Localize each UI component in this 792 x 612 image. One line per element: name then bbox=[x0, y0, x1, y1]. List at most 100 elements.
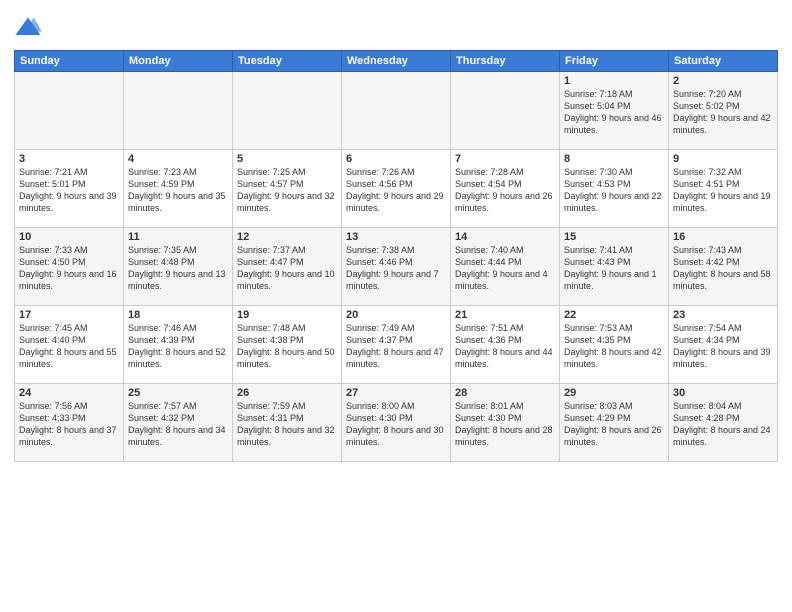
day-number: 12 bbox=[237, 231, 337, 243]
day-info: Sunrise: 7:56 AM Sunset: 4:33 PM Dayligh… bbox=[19, 400, 119, 449]
day-number: 30 bbox=[673, 387, 773, 399]
calendar-cell: 4Sunrise: 7:23 AM Sunset: 4:59 PM Daylig… bbox=[124, 150, 233, 228]
weekday-header-saturday: Saturday bbox=[669, 51, 778, 72]
day-info: Sunrise: 7:46 AM Sunset: 4:39 PM Dayligh… bbox=[128, 322, 228, 371]
logo-icon bbox=[14, 14, 42, 42]
week-row-4: 24Sunrise: 7:56 AM Sunset: 4:33 PM Dayli… bbox=[15, 384, 778, 462]
weekday-header-monday: Monday bbox=[124, 51, 233, 72]
day-info: Sunrise: 7:59 AM Sunset: 4:31 PM Dayligh… bbox=[237, 400, 337, 449]
calendar-cell: 9Sunrise: 7:32 AM Sunset: 4:51 PM Daylig… bbox=[669, 150, 778, 228]
day-number: 29 bbox=[564, 387, 664, 399]
day-number: 28 bbox=[455, 387, 555, 399]
weekday-header-tuesday: Tuesday bbox=[233, 51, 342, 72]
day-info: Sunrise: 7:45 AM Sunset: 4:40 PM Dayligh… bbox=[19, 322, 119, 371]
day-info: Sunrise: 7:43 AM Sunset: 4:42 PM Dayligh… bbox=[673, 244, 773, 293]
week-row-3: 17Sunrise: 7:45 AM Sunset: 4:40 PM Dayli… bbox=[15, 306, 778, 384]
day-info: Sunrise: 8:00 AM Sunset: 4:30 PM Dayligh… bbox=[346, 400, 446, 449]
logo bbox=[14, 14, 44, 42]
day-number: 9 bbox=[673, 153, 773, 165]
day-info: Sunrise: 7:20 AM Sunset: 5:02 PM Dayligh… bbox=[673, 88, 773, 137]
day-info: Sunrise: 7:38 AM Sunset: 4:46 PM Dayligh… bbox=[346, 244, 446, 293]
day-number: 14 bbox=[455, 231, 555, 243]
header bbox=[14, 10, 778, 42]
calendar-cell: 5Sunrise: 7:25 AM Sunset: 4:57 PM Daylig… bbox=[233, 150, 342, 228]
calendar-cell: 18Sunrise: 7:46 AM Sunset: 4:39 PM Dayli… bbox=[124, 306, 233, 384]
day-info: Sunrise: 7:40 AM Sunset: 4:44 PM Dayligh… bbox=[455, 244, 555, 293]
day-info: Sunrise: 7:26 AM Sunset: 4:56 PM Dayligh… bbox=[346, 166, 446, 215]
day-info: Sunrise: 7:57 AM Sunset: 4:32 PM Dayligh… bbox=[128, 400, 228, 449]
weekday-header-sunday: Sunday bbox=[15, 51, 124, 72]
day-number: 8 bbox=[564, 153, 664, 165]
day-info: Sunrise: 7:23 AM Sunset: 4:59 PM Dayligh… bbox=[128, 166, 228, 215]
calendar-cell: 14Sunrise: 7:40 AM Sunset: 4:44 PM Dayli… bbox=[451, 228, 560, 306]
day-number: 27 bbox=[346, 387, 446, 399]
calendar-cell: 16Sunrise: 7:43 AM Sunset: 4:42 PM Dayli… bbox=[669, 228, 778, 306]
calendar: SundayMondayTuesdayWednesdayThursdayFrid… bbox=[14, 50, 778, 462]
calendar-cell: 12Sunrise: 7:37 AM Sunset: 4:47 PM Dayli… bbox=[233, 228, 342, 306]
day-info: Sunrise: 7:25 AM Sunset: 4:57 PM Dayligh… bbox=[237, 166, 337, 215]
day-number: 25 bbox=[128, 387, 228, 399]
weekday-header-friday: Friday bbox=[560, 51, 669, 72]
calendar-cell: 23Sunrise: 7:54 AM Sunset: 4:34 PM Dayli… bbox=[669, 306, 778, 384]
day-number: 17 bbox=[19, 309, 119, 321]
day-number: 22 bbox=[564, 309, 664, 321]
day-info: Sunrise: 7:54 AM Sunset: 4:34 PM Dayligh… bbox=[673, 322, 773, 371]
day-number: 6 bbox=[346, 153, 446, 165]
calendar-cell: 6Sunrise: 7:26 AM Sunset: 4:56 PM Daylig… bbox=[342, 150, 451, 228]
day-number: 16 bbox=[673, 231, 773, 243]
calendar-cell: 26Sunrise: 7:59 AM Sunset: 4:31 PM Dayli… bbox=[233, 384, 342, 462]
day-number: 7 bbox=[455, 153, 555, 165]
day-number: 20 bbox=[346, 309, 446, 321]
page-container: SundayMondayTuesdayWednesdayThursdayFrid… bbox=[0, 0, 792, 612]
calendar-cell: 3Sunrise: 7:21 AM Sunset: 5:01 PM Daylig… bbox=[15, 150, 124, 228]
day-number: 3 bbox=[19, 153, 119, 165]
calendar-cell bbox=[342, 72, 451, 150]
calendar-cell: 21Sunrise: 7:51 AM Sunset: 4:36 PM Dayli… bbox=[451, 306, 560, 384]
day-info: Sunrise: 7:21 AM Sunset: 5:01 PM Dayligh… bbox=[19, 166, 119, 215]
day-number: 23 bbox=[673, 309, 773, 321]
calendar-cell bbox=[15, 72, 124, 150]
day-info: Sunrise: 7:41 AM Sunset: 4:43 PM Dayligh… bbox=[564, 244, 664, 293]
calendar-cell: 11Sunrise: 7:35 AM Sunset: 4:48 PM Dayli… bbox=[124, 228, 233, 306]
day-info: Sunrise: 8:01 AM Sunset: 4:30 PM Dayligh… bbox=[455, 400, 555, 449]
day-number: 2 bbox=[673, 75, 773, 87]
calendar-cell: 29Sunrise: 8:03 AM Sunset: 4:29 PM Dayli… bbox=[560, 384, 669, 462]
weekday-header-wednesday: Wednesday bbox=[342, 51, 451, 72]
calendar-cell: 10Sunrise: 7:33 AM Sunset: 4:50 PM Dayli… bbox=[15, 228, 124, 306]
day-number: 26 bbox=[237, 387, 337, 399]
day-info: Sunrise: 7:30 AM Sunset: 4:53 PM Dayligh… bbox=[564, 166, 664, 215]
day-number: 11 bbox=[128, 231, 228, 243]
week-row-2: 10Sunrise: 7:33 AM Sunset: 4:50 PM Dayli… bbox=[15, 228, 778, 306]
day-number: 18 bbox=[128, 309, 228, 321]
calendar-cell: 13Sunrise: 7:38 AM Sunset: 4:46 PM Dayli… bbox=[342, 228, 451, 306]
week-row-0: 1Sunrise: 7:18 AM Sunset: 5:04 PM Daylig… bbox=[15, 72, 778, 150]
week-row-1: 3Sunrise: 7:21 AM Sunset: 5:01 PM Daylig… bbox=[15, 150, 778, 228]
day-number: 24 bbox=[19, 387, 119, 399]
day-info: Sunrise: 7:33 AM Sunset: 4:50 PM Dayligh… bbox=[19, 244, 119, 293]
calendar-cell bbox=[124, 72, 233, 150]
calendar-cell bbox=[451, 72, 560, 150]
day-number: 5 bbox=[237, 153, 337, 165]
calendar-cell: 19Sunrise: 7:48 AM Sunset: 4:38 PM Dayli… bbox=[233, 306, 342, 384]
day-info: Sunrise: 7:53 AM Sunset: 4:35 PM Dayligh… bbox=[564, 322, 664, 371]
day-info: Sunrise: 8:03 AM Sunset: 4:29 PM Dayligh… bbox=[564, 400, 664, 449]
day-info: Sunrise: 7:35 AM Sunset: 4:48 PM Dayligh… bbox=[128, 244, 228, 293]
day-info: Sunrise: 7:48 AM Sunset: 4:38 PM Dayligh… bbox=[237, 322, 337, 371]
calendar-cell: 20Sunrise: 7:49 AM Sunset: 4:37 PM Dayli… bbox=[342, 306, 451, 384]
day-info: Sunrise: 8:04 AM Sunset: 4:28 PM Dayligh… bbox=[673, 400, 773, 449]
calendar-cell: 24Sunrise: 7:56 AM Sunset: 4:33 PM Dayli… bbox=[15, 384, 124, 462]
day-info: Sunrise: 7:51 AM Sunset: 4:36 PM Dayligh… bbox=[455, 322, 555, 371]
calendar-cell: 2Sunrise: 7:20 AM Sunset: 5:02 PM Daylig… bbox=[669, 72, 778, 150]
day-info: Sunrise: 7:37 AM Sunset: 4:47 PM Dayligh… bbox=[237, 244, 337, 293]
day-number: 21 bbox=[455, 309, 555, 321]
calendar-cell: 15Sunrise: 7:41 AM Sunset: 4:43 PM Dayli… bbox=[560, 228, 669, 306]
calendar-cell: 8Sunrise: 7:30 AM Sunset: 4:53 PM Daylig… bbox=[560, 150, 669, 228]
calendar-cell: 17Sunrise: 7:45 AM Sunset: 4:40 PM Dayli… bbox=[15, 306, 124, 384]
weekday-header-thursday: Thursday bbox=[451, 51, 560, 72]
calendar-cell bbox=[233, 72, 342, 150]
day-number: 1 bbox=[564, 75, 664, 87]
day-info: Sunrise: 7:49 AM Sunset: 4:37 PM Dayligh… bbox=[346, 322, 446, 371]
day-number: 4 bbox=[128, 153, 228, 165]
calendar-cell: 28Sunrise: 8:01 AM Sunset: 4:30 PM Dayli… bbox=[451, 384, 560, 462]
day-number: 15 bbox=[564, 231, 664, 243]
